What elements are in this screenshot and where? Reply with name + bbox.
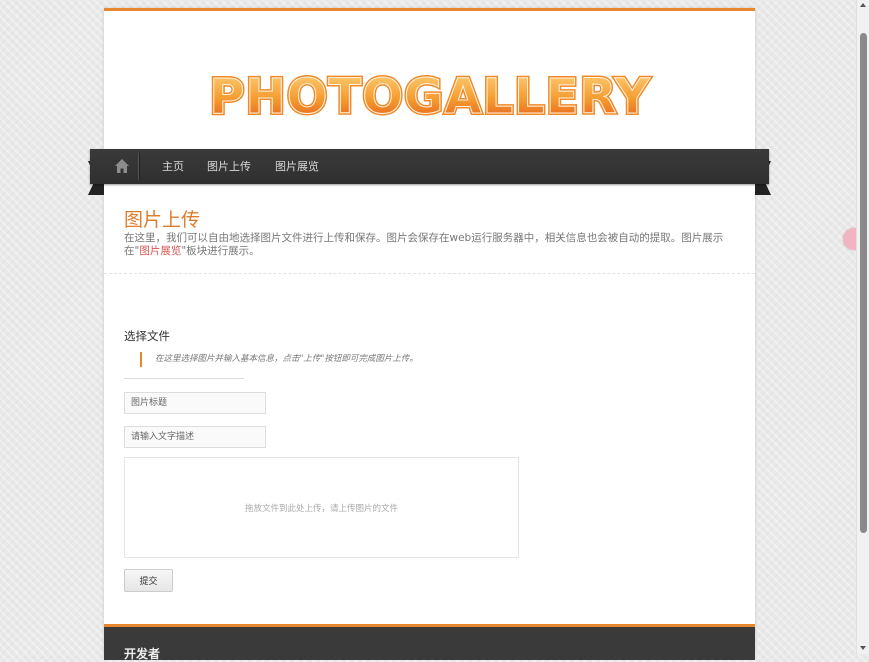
- hint-divider: [124, 378, 244, 379]
- title-input[interactable]: [124, 392, 266, 414]
- scrollbar-thumb[interactable]: [860, 33, 867, 533]
- scroll-down-icon[interactable]: [860, 646, 866, 650]
- nav-item-gallery[interactable]: 图片展览: [275, 158, 319, 174]
- gallery-link[interactable]: 图片展览: [139, 245, 181, 257]
- nav-item-upload[interactable]: 图片上传: [207, 158, 251, 174]
- home-icon[interactable]: [114, 158, 130, 174]
- file-dropzone[interactable]: 拖放文件到此处上传，请上传图片的文件: [124, 457, 519, 558]
- section-title: 选择文件: [124, 329, 170, 343]
- nav-item-home[interactable]: 主页: [162, 158, 184, 174]
- page-intro: 在这里，我们可以自由地选择图片文件进行上传和保存。图片会保存在web运行服务器中…: [124, 232, 739, 258]
- footer: 开发者: [104, 624, 755, 661]
- intro-text-after: "板块进行展示。: [181, 245, 260, 257]
- submit-button[interactable]: 提交: [124, 569, 173, 592]
- section-divider: [104, 273, 755, 274]
- upload-hint: 在这里选择图片并输入基本信息，点击"上传"按钮即可完成图片上传。: [140, 352, 418, 367]
- svg-text:PHOTOGALLERY: PHOTOGALLERY: [209, 69, 651, 125]
- vertical-scrollbar[interactable]: [856, 0, 869, 654]
- page-container: PHOTOGALLERY PHOTOGALLERY PHOTOGALLERY 主…: [88, 8, 771, 661]
- main-nav: 主页 图片上传 图片展览: [90, 149, 769, 184]
- page-title: 图片上传: [124, 209, 201, 231]
- nav-separator: [138, 153, 140, 180]
- logo-area: PHOTOGALLERY PHOTOGALLERY PHOTOGALLERY: [104, 11, 755, 149]
- description-input[interactable]: [124, 426, 266, 448]
- scroll-up-icon[interactable]: [860, 3, 866, 7]
- dropzone-text: 拖放文件到此处上传，请上传图片的文件: [244, 503, 398, 514]
- photogallery-logo: PHOTOGALLERY PHOTOGALLERY PHOTOGALLERY: [205, 65, 654, 129]
